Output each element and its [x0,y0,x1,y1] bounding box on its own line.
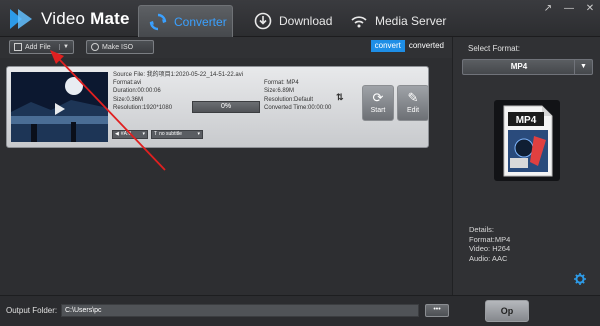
format-select-value: MP4 [510,62,528,71]
download-icon [254,12,272,30]
progress-bar: 0% [192,101,260,113]
tab-download[interactable]: Download [244,5,336,37]
details-audio: Audio: AAC [469,253,508,263]
source-resolution: Resolution:1920*1080 [113,105,173,112]
source-format: Format:avi [113,80,142,86]
edit-button[interactable]: ✎ Edit [397,85,429,121]
tab-converter-label: Converter [174,14,227,29]
edit-icon: ✎ [407,90,419,105]
output-resolution: Resolution:Default [264,96,314,103]
subtitle-select[interactable]: T no subtitle ▾ [151,130,203,139]
refresh-icon: ⟳ [372,90,384,105]
output-size: Size:6.89M [264,88,295,95]
start-button[interactable]: ⟳ Start [362,85,394,121]
mp4-file-icon: MP4 [503,105,553,177]
tab-media-server[interactable]: Media Server [340,5,450,37]
start-label: Start [370,107,386,114]
add-file-label: Add File [25,43,51,51]
chevron-down-icon: ▾ [142,131,145,137]
details-format: Format:MP4 [469,234,511,244]
video-thumbnail[interactable] [11,72,108,142]
minimize-icon[interactable]: — [563,3,575,15]
preview-text: MP4 [516,115,537,126]
source-duration: Duration:00:00:06 [113,88,161,95]
app-brand: Video Mate [41,9,130,28]
gear-icon[interactable] [574,273,586,285]
converted-tab[interactable]: converted [405,40,448,52]
video-mate-logo-icon [10,9,32,29]
close-icon[interactable]: ✕ [584,3,596,15]
window-controls: ↗ — ✕ [542,3,596,15]
details-video: Video: H264 [469,244,511,253]
sort-icon[interactable]: ⇅ [336,92,344,103]
format-preview: MP4 [494,100,560,181]
tab-download-label: Download [279,14,333,28]
wifi-icon [351,16,367,28]
toolbar: Add File ▼ Make ISO convert converted [0,37,452,57]
disc-icon [91,43,99,51]
source-size: Size:0.36M [113,96,144,103]
chevron-down-icon[interactable]: ▼ [59,44,69,50]
format-details: Details: Format:MP4 Video: H264 Audio: A… [469,225,510,263]
tab-converter[interactable]: Converter [138,5,233,37]
tab-media-server-label: Media Server [375,14,447,28]
output-format: Format: MP4 [264,80,299,86]
output-converted-time: Converted Time:00:00:00 [264,105,332,112]
output-meta: Format: MP4 Size:6.89M Resolution:Defaul… [264,79,331,113]
open-button[interactable]: Op [485,300,529,322]
video-mate-window: Video Mate Converter Download Media Serv… [0,0,600,326]
edit-label: Edit [406,107,420,114]
add-file-button[interactable]: Add File ▼ [9,40,74,54]
audio-track-select[interactable]: ◀ #A:0 ▾ [112,130,148,139]
output-bar: Output Folder: C:\Users\pc ••• Op [0,295,600,326]
source-meta: Format:avi Duration:00:00:06 Size:0.36M … [113,79,172,113]
select-format-label: Select Format: [468,44,521,53]
convert-toggle: convert converted [370,40,448,52]
subtitle-icon: T [154,131,158,137]
file-item[interactable]: Source File: 我的项目1:2020-05-22_14-51-22.a… [6,66,429,148]
file-list: Source File: 我的项目1:2020-05-22_14-51-22.a… [0,58,452,298]
source-file-name: Source File: 我的项目1:2020-05-22_14-51-22.a… [113,72,244,78]
external-link-icon[interactable]: ↗ [542,3,554,15]
add-file-icon [14,43,22,51]
browse-button[interactable]: ••• [425,304,449,317]
title-bar: Video Mate Converter Download Media Serv… [0,0,600,37]
chevron-down-icon[interactable]: ▼ [574,60,592,74]
speaker-icon: ◀ [115,131,119,137]
audio-track-value: #A:0 [120,131,132,137]
thumbnail-image [11,72,108,142]
format-panel: Select Format: MP4 ▼ MP4 Details: Format… [452,37,600,295]
output-folder-input[interactable]: C:\Users\pc [61,304,419,317]
details-heading: Details: [469,225,495,234]
convert-tab[interactable]: convert [370,40,405,52]
chevron-down-icon: ▾ [197,131,200,137]
output-folder-label: Output Folder: [6,306,58,315]
make-iso-label: Make ISO [102,43,134,51]
track-row: ◀ #A:0 ▾ T no subtitle ▾ [112,130,203,139]
make-iso-button[interactable]: Make ISO [86,40,154,54]
refresh-icon [149,13,167,30]
subtitle-value: no subtitle [159,131,182,137]
format-select[interactable]: MP4 ▼ [462,59,593,75]
progress-text: 0% [220,103,232,110]
